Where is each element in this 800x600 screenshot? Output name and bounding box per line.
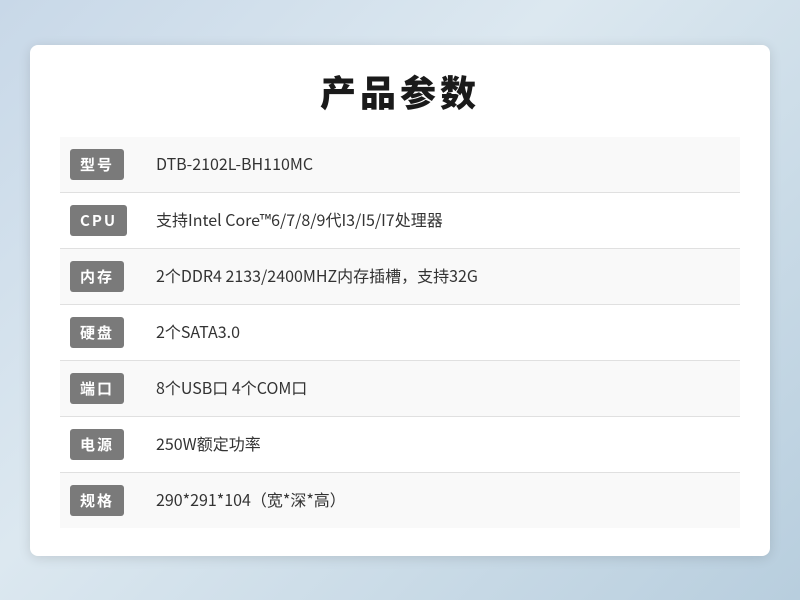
spec-label-tag: 电源 [70, 429, 124, 460]
spec-label-tag: 端口 [70, 373, 124, 404]
spec-label-tag: 型号 [70, 149, 124, 180]
table-row: 电源 250W额定功率 [60, 416, 740, 472]
spec-value-cell: 2个DDR4 2133/2400MHZ内存插槽，支持32G [140, 248, 740, 304]
spec-value-cell: 8个USB口 4个COM口 [140, 360, 740, 416]
spec-label-cell: 硬盘 [60, 304, 140, 360]
spec-label-tag: 内存 [70, 261, 124, 292]
spec-label-cell: 端口 [60, 360, 140, 416]
spec-label-cell: CPU [60, 192, 140, 248]
spec-label-tag: CPU [70, 205, 127, 236]
table-row: 型号 DTB-2102L-BH110MC [60, 137, 740, 193]
table-row: 规格 290*291*104（宽*深*高） [60, 472, 740, 528]
product-spec-card: 产品参数 型号 DTB-2102L-BH110MC CPU 支持Intel Core™… [30, 45, 770, 556]
table-row: 硬盘 2个SATA3.0 [60, 304, 740, 360]
spec-table: 型号 DTB-2102L-BH110MC CPU 支持Intel Core™6/7/8… [60, 137, 740, 528]
spec-label-cell: 内存 [60, 248, 140, 304]
spec-value-cell: 2个SATA3.0 [140, 304, 740, 360]
spec-value-cell: 290*291*104（宽*深*高） [140, 472, 740, 528]
spec-label-cell: 电源 [60, 416, 140, 472]
spec-label-cell: 规格 [60, 472, 140, 528]
spec-value-cell: 250W额定功率 [140, 416, 740, 472]
spec-label-tag: 硬盘 [70, 317, 124, 348]
table-row: 内存 2个DDR4 2133/2400MHZ内存插槽，支持32G [60, 248, 740, 304]
table-row: CPU 支持Intel Core™6/7/8/9代I3/I5/I7处理器 [60, 192, 740, 248]
spec-value-cell: 支持Intel Core™6/7/8/9代I3/I5/I7处理器 [140, 192, 740, 248]
spec-value-cell: DTB-2102L-BH110MC [140, 137, 740, 193]
spec-label-cell: 型号 [60, 137, 140, 193]
table-row: 端口 8个USB口 4个COM口 [60, 360, 740, 416]
page-title: 产品参数 [60, 65, 740, 117]
spec-label-tag: 规格 [70, 485, 124, 516]
